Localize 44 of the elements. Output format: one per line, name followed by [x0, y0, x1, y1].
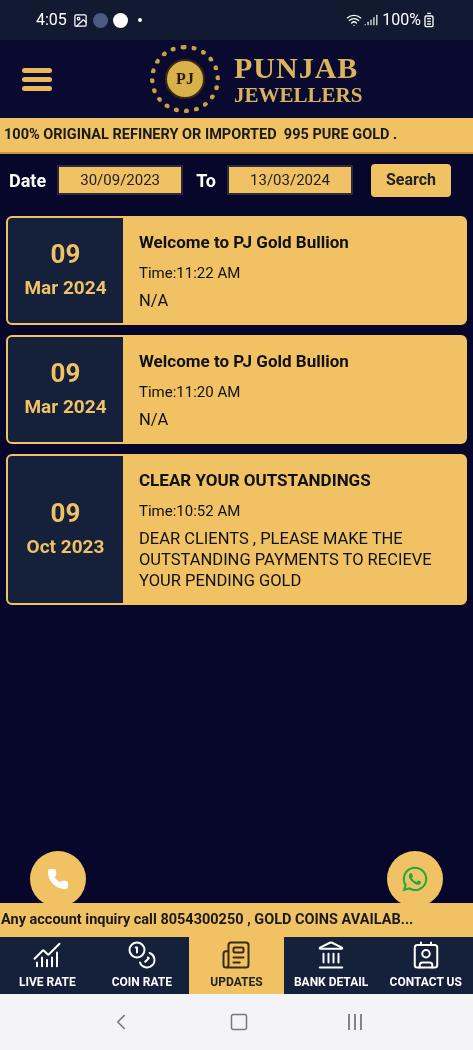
update-time: Time:11:20 AM	[139, 381, 242, 403]
update-message: N/A	[139, 409, 170, 430]
update-day: 09	[50, 497, 81, 530]
update-title: CLEAR YOUR OUTSTANDINGS	[139, 469, 372, 492]
nav-tab[interactable]: UPDATES	[189, 937, 284, 994]
wifi-icon	[346, 12, 363, 28]
status-time: 4:05	[36, 9, 67, 31]
update-card[interactable]: 09 Oct 2023 CLEAR YOUR OUTSTANDINGS Time:10:52 AM DEAR CLIENTS , PLEASE MAKE THE OUTSTANDING PAYMENTS TO RECIEVE YOUR PENDING GOLD	[6, 454, 467, 605]
update-card[interactable]: 09 Mar 2024 Welcome to PJ Gold Bullion Time:11:20 AM N/A	[6, 335, 467, 444]
phone-icon	[47, 868, 69, 890]
gallery-icon	[72, 12, 88, 28]
battery-percentage: 100%	[382, 9, 421, 31]
app-icon	[112, 12, 128, 28]
update-card[interactable]: 09 Mar 2024 Welcome to PJ Gold Bullion Time:11:22 AM N/A	[6, 216, 467, 325]
battery-icon	[421, 12, 437, 28]
bar-chart-icon	[32, 940, 63, 970]
date-label: Date	[9, 168, 47, 193]
to-label: To	[196, 168, 216, 193]
home-icon[interactable]	[229, 1012, 250, 1032]
update-day: 09	[50, 238, 81, 271]
update-month-year: Mar 2024	[24, 275, 107, 302]
update-time: Time:11:22 AM	[139, 262, 242, 284]
brand-name: JEWELLERS	[234, 84, 363, 106]
update-message: DEAR CLIENTS , PLEASE MAKE THE OUTSTANDING PAYMENTS TO RECIEVE YOUR PENDING GOLD	[139, 528, 433, 591]
coins-icon	[126, 940, 157, 970]
whatsapp-icon	[401, 865, 429, 893]
update-message: N/A	[139, 290, 170, 311]
update-time: Time:10:52 AM	[139, 500, 242, 522]
ticker-banner: Any account inquiry call 8054300250 , GOLD COINS AVAILAB...	[0, 903, 473, 937]
update-day: 09	[50, 357, 81, 390]
from-date-field[interactable]: 30/09/2023	[57, 165, 184, 195]
menu-button[interactable]	[22, 67, 52, 91]
search-button[interactable]: Search	[370, 163, 451, 197]
update-title: Welcome to PJ Gold Bullion	[139, 231, 350, 254]
brand-name: PUNJAB	[234, 52, 360, 83]
to-date-field[interactable]: 13/03/2024	[226, 165, 353, 195]
update-month-year: Mar 2024	[24, 394, 107, 421]
update-title: Welcome to PJ Gold Bullion	[139, 350, 350, 373]
announcement-banner: 100% ORIGINAL REFINERY OR IMPORTED 995 PURE GOLD .	[0, 118, 473, 154]
newspaper-icon	[221, 940, 252, 970]
signal-icon	[364, 13, 379, 27]
logo-emblem: PJ	[150, 45, 220, 113]
update-month-year: Oct 2023	[26, 534, 105, 561]
app-icon	[92, 12, 108, 28]
